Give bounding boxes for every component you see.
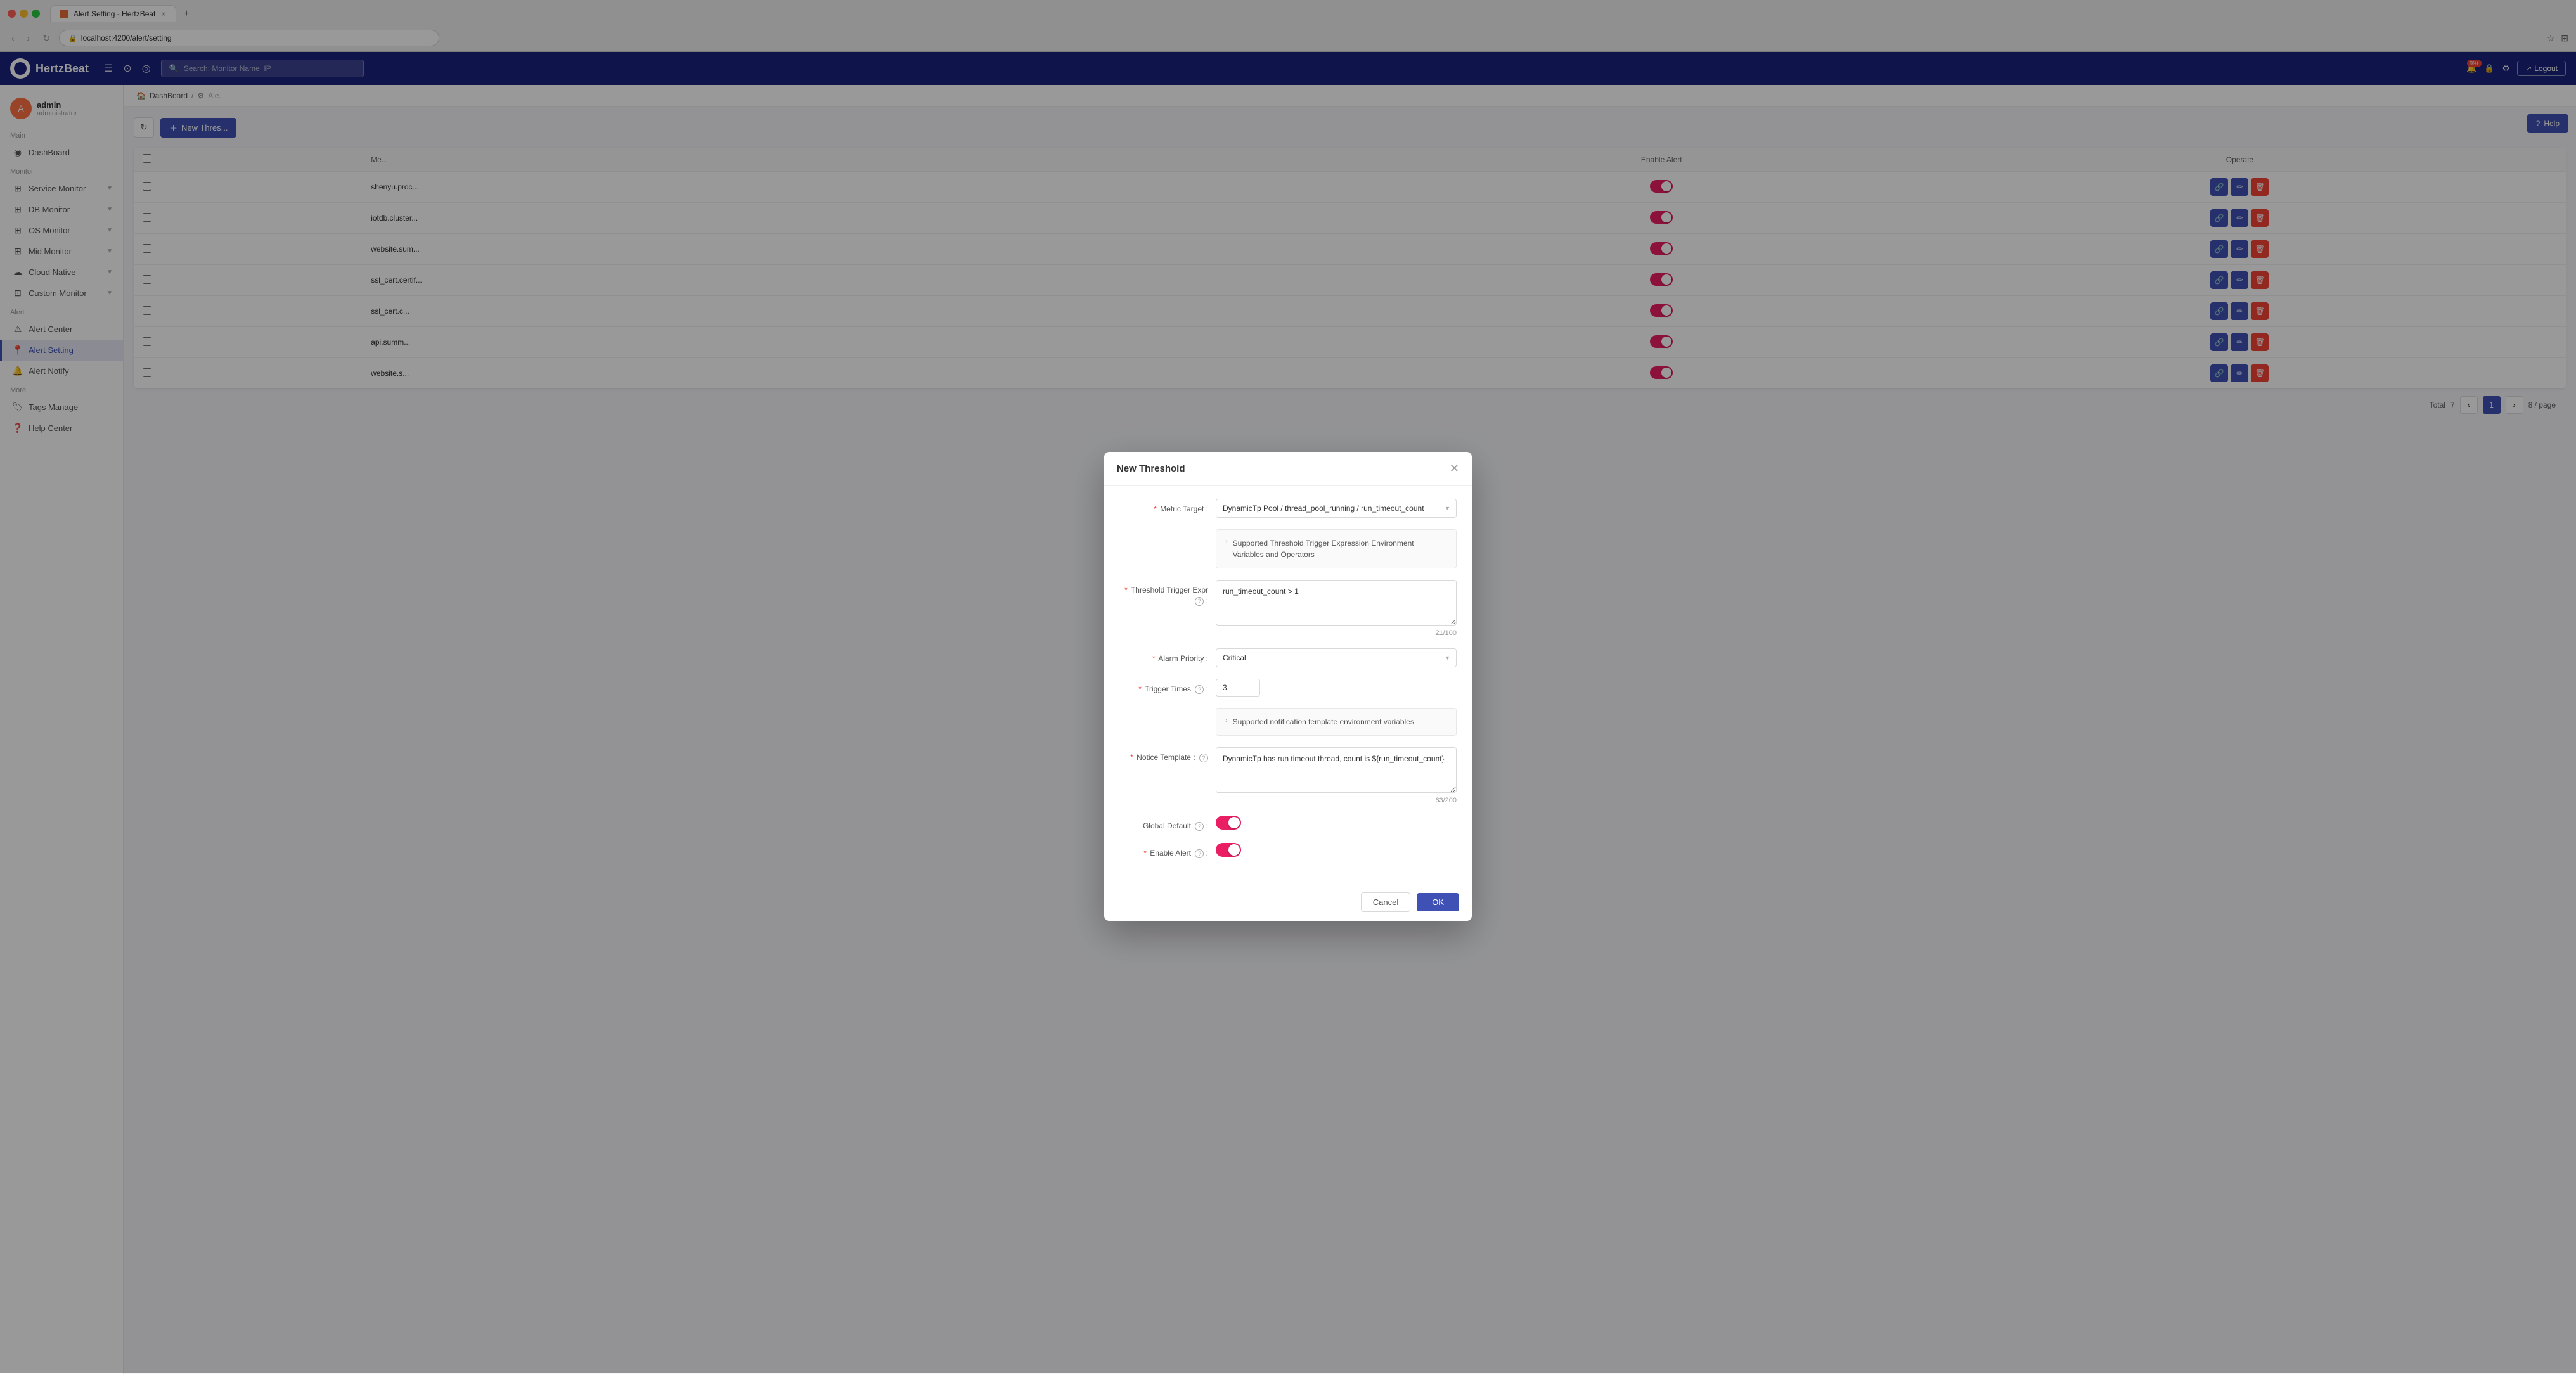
modal-overlay: New Threshold ✕ * Metric Target : Dynami… <box>0 0 2576 1373</box>
global-default-row: Global Default ? : <box>1119 816 1457 831</box>
ok-button[interactable]: OK <box>1417 893 1459 911</box>
modal-body: * Metric Target : DynamicTp Pool / threa… <box>1104 486 1472 883</box>
global-default-track[interactable] <box>1216 816 1241 830</box>
supported-notify-text: Supported notification template environm… <box>1233 716 1414 728</box>
global-default-label: Global Default ? : <box>1119 816 1208 831</box>
metric-target-select-wrapper: DynamicTp Pool / thread_pool_running / r… <box>1216 499 1457 518</box>
threshold-counter: 21/100 <box>1216 629 1457 637</box>
notice-template-help-icon[interactable]: ? <box>1199 754 1208 762</box>
threshold-trigger-help-icon[interactable]: ? <box>1195 597 1204 606</box>
chevron-right-icon: › <box>1225 538 1228 546</box>
notice-template-label: * Notice Template : ? <box>1119 747 1208 763</box>
chevron-right-icon-2: › <box>1225 717 1228 724</box>
new-threshold-modal: New Threshold ✕ * Metric Target : Dynami… <box>1104 452 1472 921</box>
trigger-times-row: * Trigger Times ? : <box>1119 679 1457 697</box>
enable-alert-help-icon[interactable]: ? <box>1195 849 1204 858</box>
threshold-trigger-row: * Threshold Trigger Expr ? : 21/100 <box>1119 580 1457 637</box>
global-default-control <box>1216 816 1457 831</box>
cancel-button[interactable]: Cancel <box>1361 892 1410 912</box>
modal-close-button[interactable]: ✕ <box>1450 462 1459 475</box>
trigger-times-control <box>1216 679 1457 697</box>
metric-target-label: * Metric Target : <box>1119 499 1208 515</box>
supported-notify-row: › Supported notification template enviro… <box>1216 708 1457 736</box>
alarm-priority-row: * Alarm Priority : Critical <box>1119 648 1457 667</box>
enable-alert-track[interactable] <box>1216 843 1241 857</box>
notice-template-row: * Notice Template : ? 63/200 <box>1119 747 1457 804</box>
global-default-help-icon[interactable]: ? <box>1195 822 1204 831</box>
enable-alert-row: * Enable Alert ? : <box>1119 843 1457 859</box>
supported-expr-row: › Supported Threshold Trigger Expression… <box>1216 529 1457 568</box>
trigger-times-help-icon[interactable]: ? <box>1195 685 1204 694</box>
enable-alert-label: * Enable Alert ? : <box>1119 843 1208 859</box>
supported-notify-box[interactable]: › Supported notification template enviro… <box>1216 708 1457 736</box>
supported-expr-text: Supported Threshold Trigger Expression E… <box>1233 537 1447 560</box>
modal-header: New Threshold ✕ <box>1104 452 1472 486</box>
metric-target-row: * Metric Target : DynamicTp Pool / threa… <box>1119 499 1457 518</box>
alarm-priority-label: * Alarm Priority : <box>1119 648 1208 664</box>
notice-template-textarea[interactable] <box>1216 747 1457 793</box>
alarm-priority-select[interactable]: Critical <box>1216 648 1457 667</box>
modal-title: New Threshold <box>1117 463 1185 474</box>
trigger-times-label: * Trigger Times ? : <box>1119 679 1208 695</box>
threshold-trigger-control: 21/100 <box>1216 580 1457 637</box>
metric-target-control: DynamicTp Pool / thread_pool_running / r… <box>1216 499 1457 518</box>
enable-alert-toggle[interactable] <box>1216 843 1241 857</box>
supported-expr-box[interactable]: › Supported Threshold Trigger Expression… <box>1216 529 1457 568</box>
threshold-trigger-textarea[interactable] <box>1216 580 1457 626</box>
threshold-trigger-label: * Threshold Trigger Expr ? : <box>1119 580 1208 607</box>
trigger-times-input[interactable] <box>1216 679 1260 697</box>
alarm-priority-control: Critical <box>1216 648 1457 667</box>
modal-footer: Cancel OK <box>1104 883 1472 921</box>
alarm-priority-select-wrapper: Critical <box>1216 648 1457 667</box>
notice-counter: 63/200 <box>1216 797 1457 804</box>
enable-alert-control <box>1216 843 1457 859</box>
global-default-toggle[interactable] <box>1216 816 1241 830</box>
metric-target-select[interactable]: DynamicTp Pool / thread_pool_running / r… <box>1216 499 1457 518</box>
required-star: * <box>1154 504 1157 513</box>
notice-template-control: 63/200 <box>1216 747 1457 804</box>
